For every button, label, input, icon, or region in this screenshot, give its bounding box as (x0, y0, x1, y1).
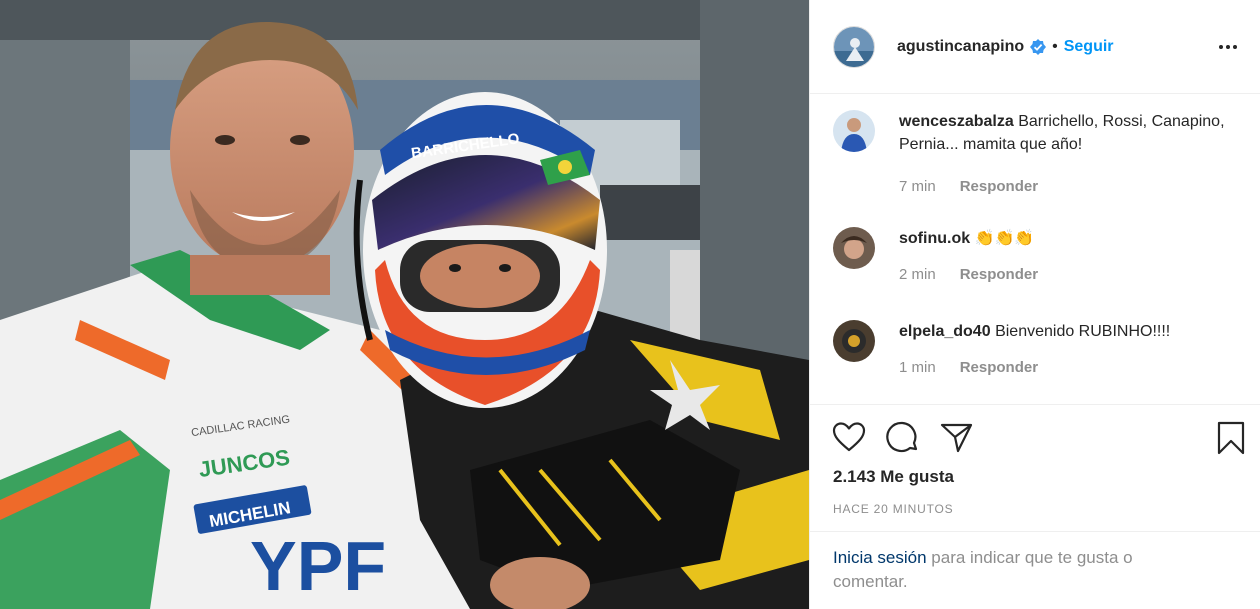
post-actions: 2.143 Me gusta HACE 20 MINUTOS Inicia se… (810, 404, 1260, 591)
verified-icon (1030, 38, 1047, 55)
ypf-logo-text: YPF (250, 527, 386, 605)
comment-body: wenceszabalza Barrichello, Rossi, Canapi… (899, 110, 1240, 195)
bookmark-icon[interactable] (1216, 421, 1246, 460)
login-prompt: Inicia sesión para indicar que te gusta … (810, 531, 1260, 594)
commenter-avatar[interactable] (833, 110, 875, 152)
comment-text: sofinu.ok 👏👏👏 (899, 227, 1038, 250)
commenter-avatar[interactable] (833, 320, 875, 362)
post-photo[interactable]: YPF MICHELIN JUNCOS CADILLAC RACING BARR… (0, 0, 809, 609)
share-icon[interactable] (940, 421, 974, 460)
user-avatar-icon (833, 110, 875, 152)
heart-icon[interactable] (832, 421, 866, 458)
more-options-icon[interactable] (1216, 37, 1240, 57)
instagram-post: YPF MICHELIN JUNCOS CADILLAC RACING BARR… (0, 0, 1260, 609)
comment-time[interactable]: 2 min (899, 266, 936, 283)
author-username[interactable]: agustincanapino (897, 38, 1024, 56)
action-icons (832, 421, 1245, 458)
comment-item: sofinu.ok 👏👏👏 2 min Responder (833, 227, 1240, 283)
comment-username[interactable]: wenceszabalza (899, 113, 1014, 130)
user-avatar-icon (833, 320, 875, 362)
comment-item: elpela_do40 Bienvenido RUBINHO!!!! 1 min… (833, 320, 1240, 376)
comment-text: wenceszabalza Barrichello, Rossi, Canapi… (899, 110, 1240, 156)
comment-time[interactable]: 1 min (899, 359, 936, 376)
reply-button[interactable]: Responder (960, 359, 1038, 376)
comment-text: elpela_do40 Bienvenido RUBINHO!!!! (899, 320, 1170, 343)
post-time[interactable]: HACE 20 MINUTOS (833, 502, 953, 516)
comment-time[interactable]: 7 min (899, 178, 936, 195)
comment-body: sofinu.ok 👏👏👏 2 min Responder (899, 227, 1038, 283)
comment-meta: 1 min Responder (899, 359, 1170, 376)
comment-body: elpela_do40 Bienvenido RUBINHO!!!! 1 min… (899, 320, 1170, 376)
user-avatar-icon (833, 227, 875, 269)
photo-illustration: YPF MICHELIN JUNCOS CADILLAC RACING BARR… (0, 0, 809, 609)
comment-meta: 7 min Responder (899, 178, 1240, 195)
reply-button[interactable]: Responder (960, 266, 1038, 283)
comment-message: Bienvenido RUBINHO!!!! (995, 323, 1171, 340)
comment-message: 👏👏👏 (974, 230, 1035, 247)
comments-list: wenceszabalza Barrichello, Rossi, Canapi… (810, 94, 1260, 404)
likes-count[interactable]: 2.143 Me gusta (833, 467, 954, 487)
reply-button[interactable]: Responder (960, 178, 1038, 195)
follow-button[interactable]: Seguir (1064, 38, 1114, 56)
login-link[interactable]: Inicia sesión (833, 548, 927, 567)
comment-item: wenceszabalza Barrichello, Rossi, Canapi… (833, 110, 1240, 195)
comment-meta: 2 min Responder (899, 266, 1038, 283)
post-sidebar: agustincanapino • Seguir wenceszabalza B… (809, 0, 1260, 609)
author-avatar[interactable] (833, 25, 875, 68)
header-separator: • (1052, 37, 1058, 55)
post-header: agustincanapino • Seguir (810, 0, 1260, 94)
commenter-avatar[interactable] (833, 227, 875, 269)
comment-username[interactable]: sofinu.ok (899, 230, 970, 247)
comment-icon[interactable] (886, 421, 920, 460)
comment-username[interactable]: elpela_do40 (899, 323, 991, 340)
profile-avatar-icon (834, 26, 874, 67)
